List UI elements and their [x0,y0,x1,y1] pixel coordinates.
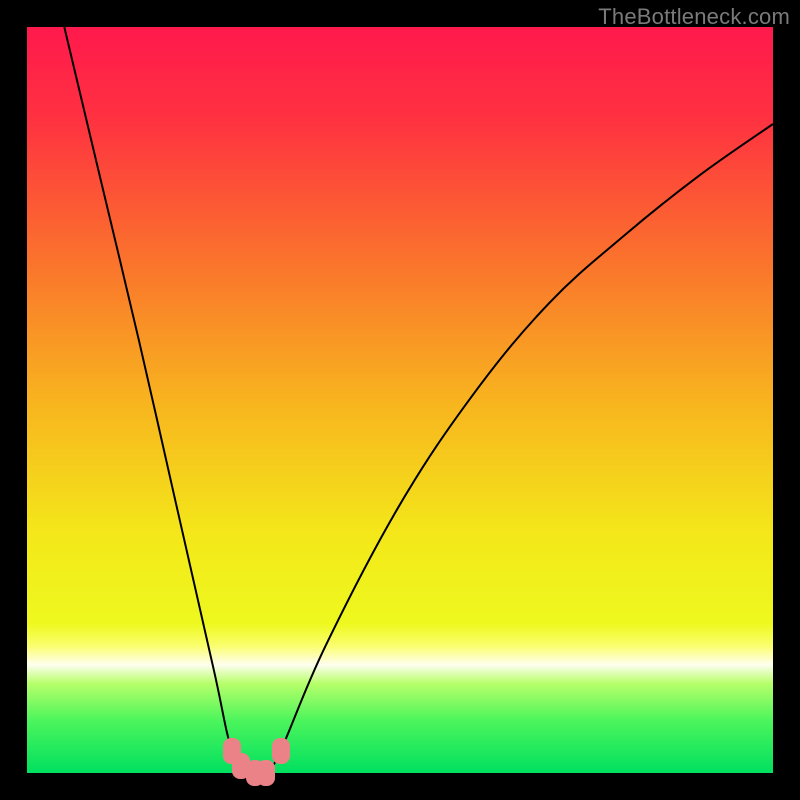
data-marker [257,760,275,786]
watermark-text: TheBottleneck.com [598,4,790,30]
chart-frame [27,27,773,773]
marker-layer [27,27,773,773]
data-marker [272,738,290,764]
